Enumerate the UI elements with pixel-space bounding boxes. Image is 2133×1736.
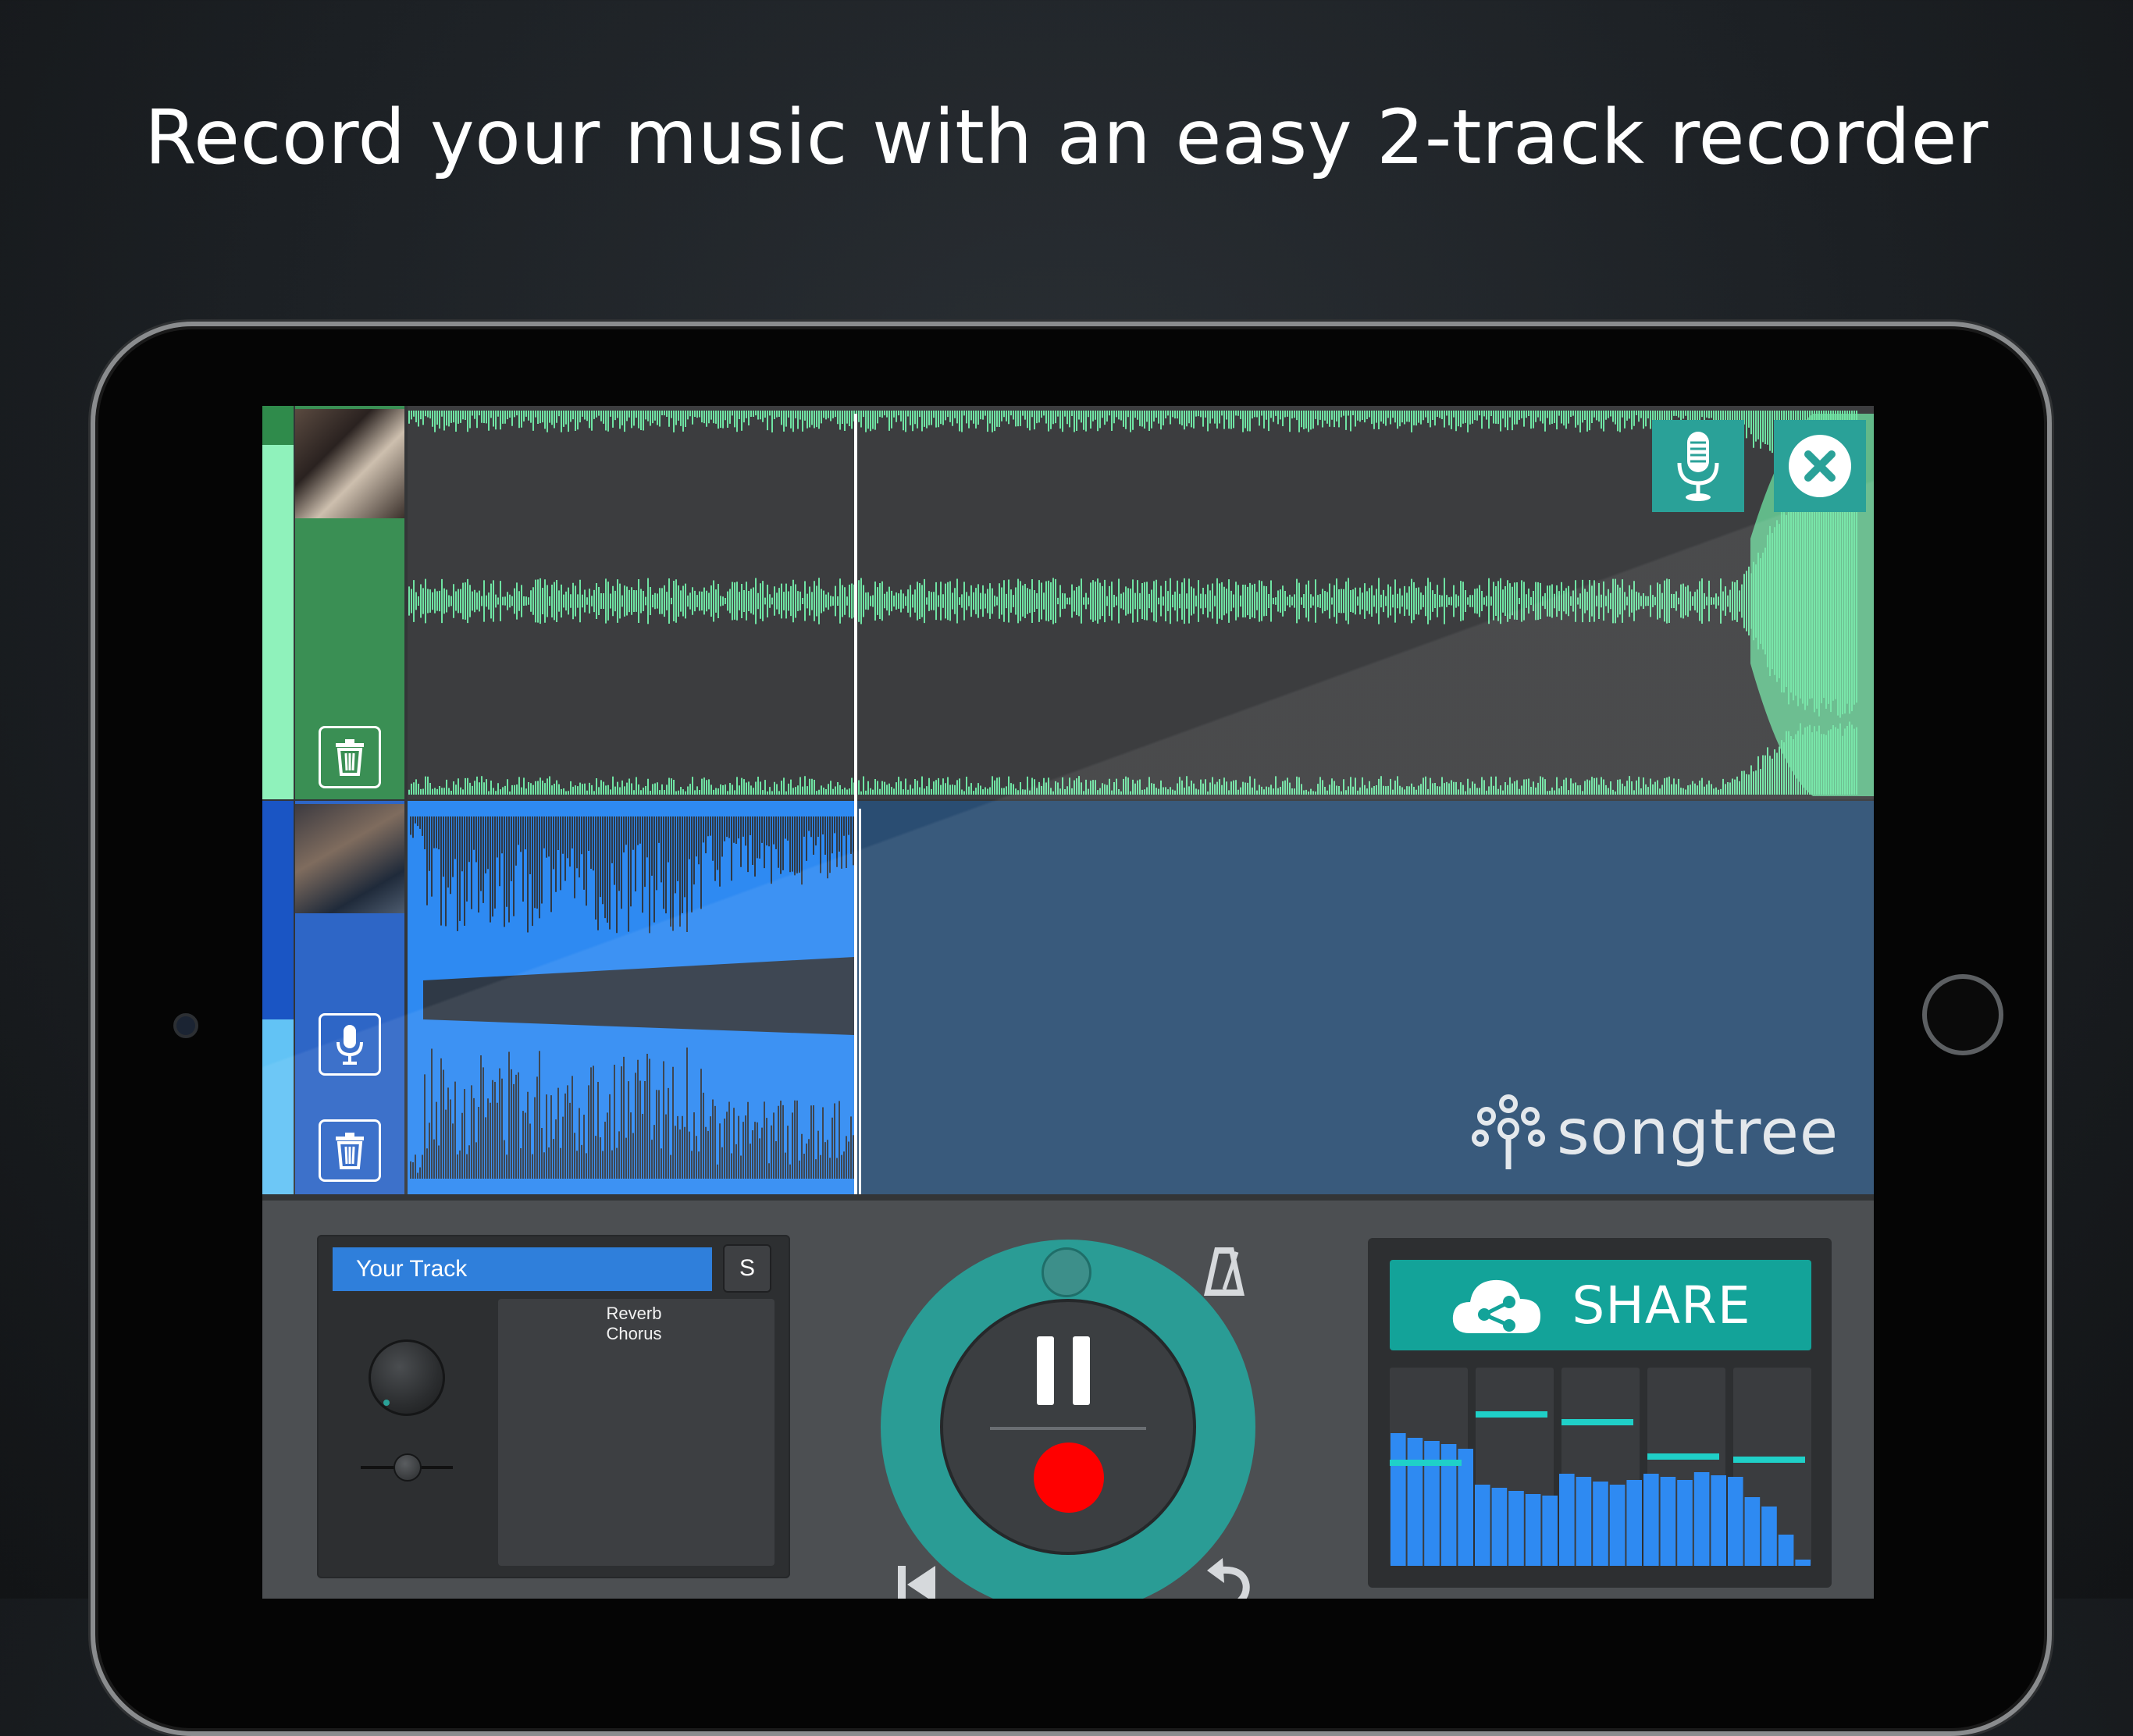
track-1-level-strip: [262, 406, 294, 799]
share-button[interactable]: SHARE: [1390, 1260, 1811, 1350]
brand-name: songtree: [1557, 1095, 1839, 1169]
cloud-share-icon: [1453, 1279, 1541, 1333]
songtree-tree-icon: [1472, 1094, 1545, 1169]
songtree-logo: songtree: [1471, 1093, 1839, 1171]
pause-button[interactable]: [1037, 1336, 1099, 1407]
track-2-header: [295, 801, 404, 1194]
trash-icon: [336, 739, 364, 776]
metronome-icon[interactable]: [1201, 1244, 1248, 1299]
wheel-position-knob[interactable]: [1042, 1247, 1091, 1297]
effects-list: Reverb Chorus: [498, 1299, 775, 1566]
pan-slider-thumb[interactable]: [393, 1453, 422, 1482]
track-name-field[interactable]: Your Track: [333, 1247, 712, 1291]
playhead[interactable]: [854, 414, 857, 1194]
control-panel: Your Track S Reverb Chorus SHARE: [262, 1201, 1874, 1599]
pause-icon: [1037, 1336, 1054, 1405]
trash-icon: [336, 1133, 364, 1169]
microphone-icon: [337, 1025, 363, 1065]
microphone-icon: [1677, 432, 1719, 501]
track-1-thumbnail[interactable]: [295, 409, 404, 518]
transport-wheel[interactable]: [881, 1240, 1255, 1599]
effect-reverb[interactable]: Reverb: [493, 1304, 775, 1324]
app-screen: songtree Your Track S Reverb Chorus SHAR…: [262, 406, 1874, 1599]
track-1-header: [295, 406, 404, 799]
front-camera: [173, 1013, 198, 1038]
track-mixer: Your Track S Reverb Chorus: [317, 1235, 790, 1578]
home-button[interactable]: [1922, 974, 2003, 1055]
track-1-delete-button[interactable]: [319, 726, 381, 788]
headline: Record your music with an easy 2-track r…: [144, 94, 1989, 181]
input-mic-button[interactable]: [1652, 420, 1744, 512]
close-button[interactable]: [1774, 420, 1866, 512]
transport-center: [943, 1302, 1193, 1552]
track-2-waveform: [410, 816, 854, 1179]
output-level-meter: [1390, 1368, 1811, 1566]
track-1: [262, 406, 1874, 799]
undo-icon[interactable]: [1202, 1553, 1257, 1599]
track-2-record-arm-button[interactable]: [319, 1013, 381, 1076]
record-button[interactable]: [1034, 1443, 1104, 1513]
track-2-delete-button[interactable]: [319, 1119, 381, 1182]
track-2-thumbnail[interactable]: [295, 804, 404, 913]
skip-to-start-icon[interactable]: [893, 1560, 940, 1599]
volume-knob[interactable]: [369, 1339, 445, 1416]
recording-head: [859, 809, 861, 1194]
solo-button[interactable]: S: [723, 1244, 771, 1293]
track-2-level-strip: [262, 801, 294, 1194]
share-panel: SHARE: [1368, 1238, 1832, 1588]
close-circle-icon: [1789, 435, 1851, 497]
effect-chorus[interactable]: Chorus: [493, 1324, 775, 1344]
share-label: SHARE: [1572, 1275, 1751, 1336]
